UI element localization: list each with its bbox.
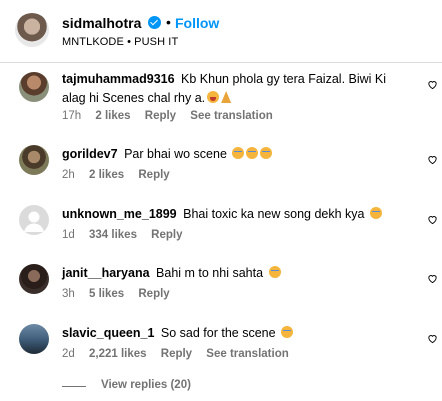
reply-button[interactable]: Reply [151,229,182,241]
comment-time: 2h [62,169,75,181]
comment-body: Bahi m to nhi sahta [156,266,264,280]
heart-icon[interactable] [427,214,438,225]
comment-meta: 3h 5 likes Reply [62,288,181,300]
crying-face-icon [268,266,281,278]
avatar[interactable] [19,145,49,175]
view-replies-button[interactable]: View replies (20) [101,379,191,391]
comment-meta: 17h 2 likes Reply See translation [62,110,284,122]
laughing-face-icon [207,91,220,103]
comment-time: 2d [62,348,75,360]
comment-likes-button[interactable]: 2,221 likes [89,348,147,360]
comment-likes-button[interactable]: 5 likes [89,288,124,300]
comment-item: unknown_me_1899 Bhai toxic ka new song d… [0,205,442,245]
comment-meta: 2h 2 likes Reply [62,169,181,181]
crying-face-icon [260,147,273,159]
comment-meta: 1d 334 likes Reply [62,229,194,241]
see-translation-button[interactable]: See translation [190,110,272,122]
comment-likes-button[interactable]: 334 likes [89,229,137,241]
header-divider [0,62,442,63]
comment-time: 1d [62,229,75,241]
heart-icon[interactable] [427,79,438,90]
default-avatar-icon [24,211,44,232]
comment-item: tajmuhammad9316 Kb Khun phola gy tera Fa… [0,70,442,126]
crying-face-icon [232,147,245,159]
follow-button[interactable]: Follow [175,15,219,31]
comment-username[interactable]: slavic_queen_1 [62,326,154,340]
avatar[interactable] [19,264,49,294]
crying-face-icon [369,207,382,219]
post-username[interactable]: sidmalhotra [62,15,141,31]
post-audio-label[interactable]: MNTLKODE • PUSH IT [62,36,178,48]
comment-body: So sad for the scene [160,326,276,340]
heart-icon[interactable] [427,273,438,284]
comment-text: tajmuhammad9316 Kb Khun phola gy tera Fa… [62,70,412,108]
separator-dot: • [166,14,171,30]
comment-body: Par bhai wo scene [124,147,227,161]
comment-item: janit__haryana Bahi m to nhi sahta 3h 5 … [0,264,442,304]
folded-hands-icon [221,91,232,103]
crying-face-icon [281,326,294,338]
comment-text: gorildev7 Par bhai wo scene [62,145,412,164]
comment-time: 17h [62,110,82,122]
comment-meta: 2d 2,221 likes Reply See translation [62,348,300,360]
comment-text: janit__haryana Bahi m to nhi sahta [62,264,412,283]
comment-text: unknown_me_1899 Bhai toxic ka new song d… [62,205,412,224]
comment-time: 3h [62,288,75,300]
avatar[interactable] [19,205,49,235]
verified-badge-icon [148,16,161,29]
see-translation-button[interactable]: See translation [206,348,288,360]
avatar[interactable] [15,13,49,47]
view-replies-line [62,386,86,387]
crying-face-icon [246,147,259,159]
reply-button[interactable]: Reply [138,288,169,300]
comment-likes-button[interactable]: 2 likes [95,110,130,122]
comment-body: Bhai toxic ka new song dekh kya [183,207,365,221]
post-header: sidmalhotra • Follow MNTLKODE • PUSH IT [0,0,442,60]
avatar[interactable] [19,72,49,102]
comment-username[interactable]: unknown_me_1899 [62,207,177,221]
comment-item: slavic_queen_1 So sad for the scene 2d 2… [0,324,442,364]
comment-likes-button[interactable]: 2 likes [89,169,124,181]
avatar[interactable] [19,324,49,354]
comment-username[interactable]: janit__haryana [62,266,150,280]
reply-button[interactable]: Reply [145,110,176,122]
reply-button[interactable]: Reply [138,169,169,181]
comment-item: gorildev7 Par bhai wo scene 2h 2 likes R… [0,145,442,185]
heart-icon[interactable] [427,154,438,165]
reply-button[interactable]: Reply [161,348,192,360]
comment-text: slavic_queen_1 So sad for the scene [62,324,412,343]
comment-username[interactable]: tajmuhammad9316 [62,72,175,86]
comment-username[interactable]: gorildev7 [62,147,118,161]
heart-icon[interactable] [427,333,438,344]
